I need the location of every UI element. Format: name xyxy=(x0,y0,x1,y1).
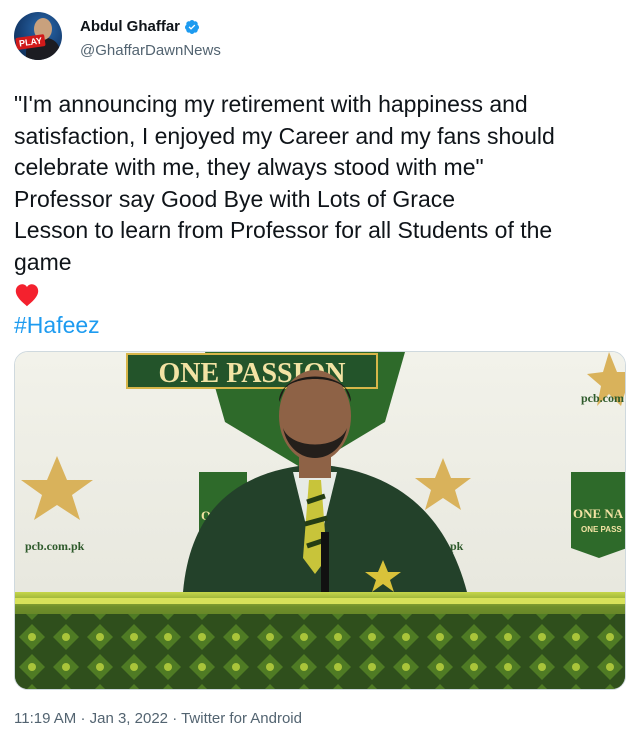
tweet-line-2: satisfaction, I enjoyed my Career and my… xyxy=(14,122,555,149)
tweet-text: "I'm announcing my retirement with happi… xyxy=(14,89,626,341)
tweet-line-3: celebrate with me, they always stood wit… xyxy=(14,154,484,180)
tweet-time[interactable]: 11:19 AM xyxy=(14,710,76,727)
display-name[interactable]: Abdul Ghaffar xyxy=(80,18,180,35)
meta-separator-2: · xyxy=(172,710,178,727)
meta-separator: · xyxy=(80,710,86,727)
tweet-header: PLAY Abdul Ghaffar @GhaffarDawnNews xyxy=(14,12,614,62)
tweet-meta: 11:19 AM · Jan 3, 2022 · Twitter for And… xyxy=(14,710,302,727)
tweet-line-6: game xyxy=(14,248,72,275)
tweet-photo[interactable]: ONE PASSION pcb.com.pk pcb.com .pk ONE N… xyxy=(14,351,626,690)
red-heart-icon xyxy=(15,284,39,307)
sponsor-right: pcb.com xyxy=(581,391,624,405)
hashtag-link[interactable]: #Hafeez xyxy=(14,312,100,338)
user-handle[interactable]: @GhaffarDawnNews xyxy=(80,42,221,59)
avatar[interactable]: PLAY xyxy=(14,12,62,60)
tweet-line-4: Professor say Good Bye with Lots of Grac… xyxy=(14,185,456,212)
sponsor-left: pcb.com.pk xyxy=(25,539,85,553)
one-nation-line2: ONE PASS xyxy=(581,525,622,534)
tweet-date[interactable]: Jan 3, 2022 xyxy=(90,710,168,727)
photo-press-conference: ONE PASSION pcb.com.pk pcb.com .pk ONE N… xyxy=(15,352,625,689)
tweet-line-5: Lesson to learn from Professor for all S… xyxy=(14,217,553,243)
name-row: Abdul Ghaffar xyxy=(80,18,200,35)
tweet-line-1: "I'm announcing my retirement with happi… xyxy=(14,91,528,117)
verified-badge-icon xyxy=(185,19,199,34)
tweet-source[interactable]: Twitter for Android xyxy=(181,710,302,727)
one-nation-line1: ONE NA xyxy=(573,506,624,521)
